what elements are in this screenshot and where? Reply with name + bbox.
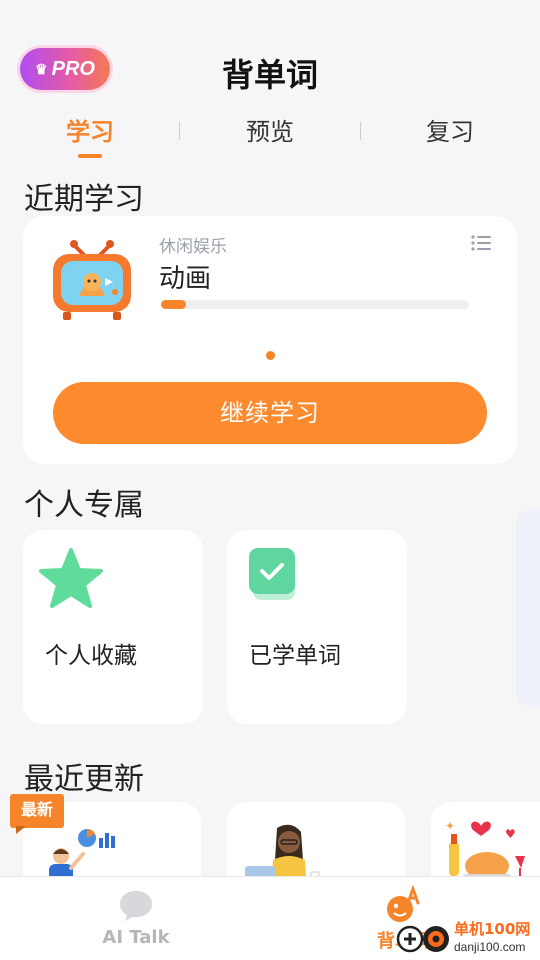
carousel-dot <box>266 351 275 360</box>
header: ♛ PRO 背单词 <box>0 0 540 110</box>
learned-words-card[interactable]: 已学单词 <box>227 530 407 724</box>
book-category: 休闲娱乐 <box>159 237 227 257</box>
tab-divider <box>360 122 361 140</box>
watermark-logo-icon <box>396 922 452 956</box>
nav-item-ai-talk[interactable]: AI Talk <box>56 877 216 960</box>
favorites-label: 个人收藏 <box>45 643 137 669</box>
study-progress-fill <box>161 300 186 309</box>
updates-section-title: 最近更新 <box>24 762 144 797</box>
chat-icon <box>118 889 154 923</box>
tab-bar: 学习 预览 复习 <box>0 112 540 162</box>
watermark-text: 单机100网 <box>454 920 531 938</box>
tab-divider <box>179 122 180 140</box>
favorites-card[interactable]: 个人收藏 <box>23 530 203 724</box>
recent-study-card[interactable]: 休闲娱乐 动画 继续学习 <box>23 216 517 464</box>
page-title: 背单词 <box>221 56 318 94</box>
side-card-peek <box>516 510 540 706</box>
recent-section-title: 近期学习 <box>24 182 144 217</box>
nav-label-ai-talk: AI Talk <box>102 927 170 948</box>
new-badge: 最新 <box>10 794 64 834</box>
book-title: 动画 <box>159 264 212 294</box>
site-watermark: 单机100网 danji100.com <box>396 918 540 960</box>
study-progress-bar <box>161 300 469 309</box>
watermark-url: danji100.com <box>454 940 526 954</box>
svg-text:✦: ✦ <box>445 819 455 833</box>
learned-words-label: 已学单词 <box>249 643 341 669</box>
tab-review[interactable]: 复习 <box>390 112 510 147</box>
check-icon <box>247 546 301 604</box>
star-icon <box>39 546 103 610</box>
tv-cartoon-icon <box>49 234 135 322</box>
personal-section-title: 个人专属 <box>24 488 144 523</box>
list-icon[interactable] <box>471 234 491 252</box>
active-tab-indicator <box>78 154 102 158</box>
tab-study[interactable]: 学习 <box>30 112 150 147</box>
tab-preview[interactable]: 预览 <box>210 112 330 147</box>
continue-study-button[interactable]: 继续学习 <box>53 382 487 444</box>
svg-text:♥: ♥ <box>505 827 516 841</box>
